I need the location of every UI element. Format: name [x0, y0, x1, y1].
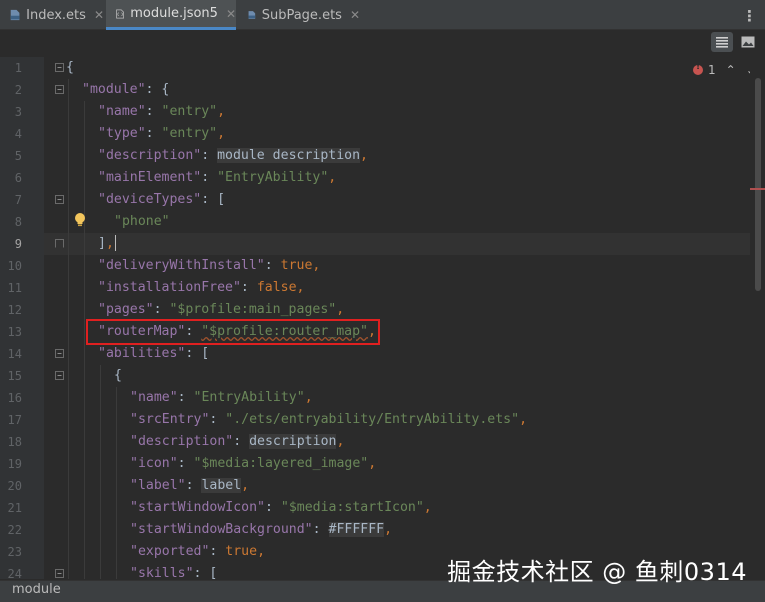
json-file-icon	[116, 9, 125, 18]
line-number: 7	[14, 193, 22, 207]
code-line: "name": "entry",	[98, 104, 226, 119]
code-line: "module": {	[82, 82, 170, 97]
code-line: ],	[98, 233, 117, 255]
editor-toolbar	[0, 30, 765, 56]
line-number: 6	[14, 171, 22, 185]
line-number: 18	[7, 435, 22, 449]
code-line: "mainElement": "EntryAbility",	[98, 170, 337, 185]
line-number: 8	[14, 215, 22, 229]
code-line: "type": "entry",	[98, 126, 226, 141]
fold-end-icon[interactable]	[55, 239, 64, 248]
code-line: "exported": true,	[130, 544, 266, 559]
error-count: 1	[708, 63, 716, 77]
line-number: 2	[14, 83, 22, 97]
line-number: 14	[7, 347, 22, 361]
ets-file-icon	[10, 9, 20, 21]
line-number: 19	[7, 457, 22, 471]
previous-highlight-icon[interactable]: ⌃	[726, 63, 736, 77]
line-number: 16	[7, 391, 22, 405]
fold-marker-icon[interactable]	[55, 63, 64, 72]
tab-label: module.json5	[130, 6, 218, 21]
line-number: 3	[14, 105, 22, 119]
code-line: "description": module description,	[98, 148, 368, 163]
tab-module-json5[interactable]: module.json5 ✕	[106, 0, 236, 30]
line-number: 12	[7, 303, 22, 317]
line-number: 4	[14, 127, 22, 141]
error-icon	[693, 62, 703, 75]
line-number: 5	[14, 149, 22, 163]
scrollbar-thumb[interactable]	[755, 78, 761, 291]
annotation-highlight-box	[86, 319, 380, 345]
line-number: 13	[7, 325, 22, 339]
reader-mode-icon[interactable]	[711, 32, 733, 52]
line-number: 21	[7, 501, 22, 515]
line-number: 9	[14, 237, 22, 251]
error-stripe-marker[interactable]	[750, 188, 765, 190]
code-line: "deliveryWithInstall": true,	[98, 258, 321, 273]
line-number: 23	[7, 545, 22, 559]
ets-file-icon	[248, 11, 256, 19]
close-icon[interactable]: ✕	[94, 8, 104, 22]
code-line: "pages": "$profile:main_pages",	[98, 302, 345, 317]
kebab-menu-icon[interactable]: ⋮	[742, 7, 757, 25]
code-line: "srcEntry": "./ets/entryability/EntryAbi…	[130, 412, 528, 427]
code-line: "name": "EntryAbility",	[130, 390, 313, 405]
tab-subpage-ets[interactable]: SubPage.ets ✕	[238, 0, 360, 30]
code-line: "abilities": [	[98, 346, 210, 361]
code-line: "icon": "$media:layered_image",	[130, 456, 377, 471]
watermark-text: 掘金技术社区 @ 鱼刺0314	[447, 558, 747, 586]
code-line: "startWindowIcon": "$media:startIcon",	[130, 500, 432, 515]
line-number: 10	[7, 259, 22, 273]
line-number: 15	[7, 369, 22, 383]
code-line: "installationFree": false,	[98, 280, 305, 295]
code-line: {	[66, 60, 74, 75]
close-icon[interactable]: ✕	[350, 8, 360, 22]
code-line: "phone"	[114, 214, 170, 229]
tab-label: Index.ets	[26, 7, 86, 23]
line-number: 1	[14, 61, 22, 75]
close-icon[interactable]: ✕	[226, 7, 236, 21]
code-line: {	[114, 368, 122, 383]
line-number: 20	[7, 479, 22, 493]
code-line: "startWindowBackground": #FFFFFF,	[130, 522, 393, 537]
breadcrumb-item[interactable]: module	[12, 582, 61, 597]
fold-marker-icon[interactable]	[55, 195, 64, 204]
code-line: "label": label,	[130, 478, 250, 493]
inspection-widget[interactable]: 1 ⌃ ⌄	[693, 62, 756, 78]
code-editor[interactable]: { "module": { "name": "entry", "type": "…	[66, 57, 750, 581]
lightbulb-icon[interactable]	[74, 212, 86, 228]
line-number: 11	[7, 281, 22, 295]
line-number: 22	[7, 523, 22, 537]
fold-marker-icon[interactable]	[55, 371, 64, 380]
tab-index-ets[interactable]: Index.ets ✕	[0, 0, 104, 30]
text-caret	[114, 235, 117, 251]
tab-label: SubPage.ets	[261, 7, 342, 23]
fold-marker-icon[interactable]	[55, 85, 64, 94]
code-line: "description": description,	[130, 434, 345, 449]
line-number: 17	[7, 413, 22, 427]
image-icon[interactable]	[737, 32, 759, 52]
editor-tab-bar: Index.ets ✕ module.json5 ✕ SubPage.ets ✕…	[0, 0, 765, 30]
fold-marker-icon[interactable]	[55, 349, 64, 358]
fold-marker-icon[interactable]	[55, 569, 64, 578]
code-line: "deviceTypes": [	[98, 192, 226, 207]
